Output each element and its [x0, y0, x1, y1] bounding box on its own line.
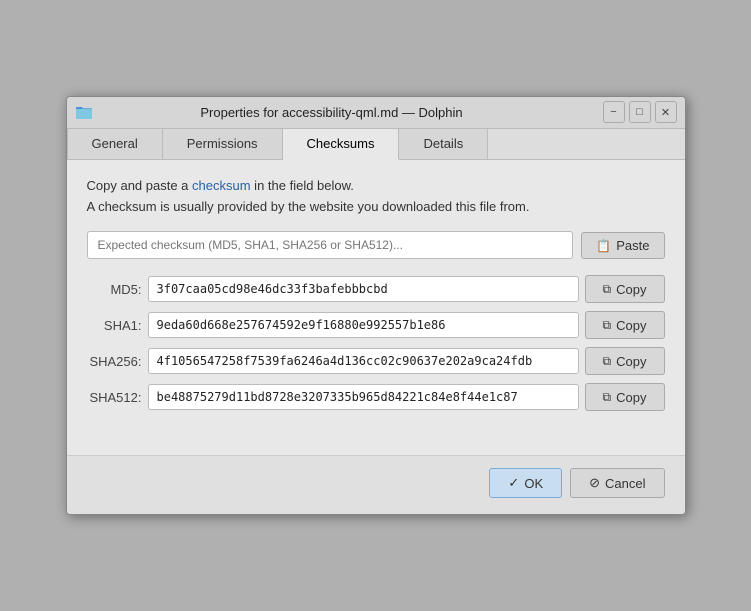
tab-bar: General Permissions Checksums Details	[67, 129, 685, 160]
paste-icon	[596, 238, 611, 253]
md5-label: MD5:	[87, 282, 142, 297]
tab-permissions[interactable]: Permissions	[163, 129, 283, 159]
checksum-row-md5: MD5: 3f07caa05cd98e46dc33f3bafebbbcbd Co…	[87, 275, 665, 303]
content-area: Copy and paste a checksum in the field b…	[67, 160, 685, 436]
sha512-value: be48875279d11bd8728e3207335b965d84221c84…	[148, 384, 579, 410]
description-line2: A checksum is usually provided by the we…	[87, 197, 665, 218]
titlebar: Properties for accessibility-qml.md — Do…	[67, 97, 685, 129]
ok-check-icon	[508, 475, 519, 491]
sha1-label: SHA1:	[87, 318, 142, 333]
sha256-copy-button[interactable]: Copy	[585, 347, 665, 375]
md5-value: 3f07caa05cd98e46dc33f3bafebbbcbd	[148, 276, 579, 302]
minimize-button[interactable]: −	[603, 101, 625, 123]
checksum-row-sha256: SHA256: 4f1056547258f7539fa6246a4d136cc0…	[87, 347, 665, 375]
sha256-label: SHA256:	[87, 354, 142, 369]
expected-checksum-input[interactable]	[87, 231, 574, 259]
tab-general[interactable]: General	[67, 129, 163, 159]
sha512-label: SHA512:	[87, 390, 142, 405]
ok-button[interactable]: OK	[489, 468, 562, 498]
window-title: Properties for accessibility-qml.md — Do…	[101, 105, 563, 120]
checksum-row-sha512: SHA512: be48875279d11bd8728e3207335b965d…	[87, 383, 665, 411]
dialog-window: Properties for accessibility-qml.md — Do…	[66, 96, 686, 516]
window-controls: − □ ✕	[603, 101, 677, 123]
copy-icon-sha256	[603, 353, 612, 369]
tab-checksums[interactable]: Checksums	[283, 129, 400, 160]
md5-copy-button[interactable]: Copy	[585, 275, 665, 303]
sha1-copy-button[interactable]: Copy	[585, 311, 665, 339]
folder-icon	[75, 103, 93, 121]
tab-details[interactable]: Details	[399, 129, 488, 159]
maximize-button[interactable]: □	[629, 101, 651, 123]
description-text: Copy and paste a checksum in the field b…	[87, 176, 665, 218]
dialog-footer: OK Cancel	[67, 455, 685, 514]
checksum-highlight: checksum	[192, 178, 251, 193]
cancel-button[interactable]: Cancel	[570, 468, 664, 498]
paste-row: Paste	[87, 231, 665, 259]
close-button[interactable]: ✕	[655, 101, 677, 123]
sha1-value: 9eda60d668e257674592e9f16880e992557b1e86	[148, 312, 579, 338]
paste-button[interactable]: Paste	[581, 232, 664, 259]
cancel-icon	[589, 475, 600, 491]
copy-icon-sha1	[603, 317, 612, 333]
checksum-row-sha1: SHA1: 9eda60d668e257674592e9f16880e99255…	[87, 311, 665, 339]
description-line1: Copy and paste a checksum in the field b…	[87, 176, 665, 197]
copy-icon-md5	[603, 281, 612, 297]
sha512-copy-button[interactable]: Copy	[585, 383, 665, 411]
copy-icon-sha512	[603, 389, 612, 405]
sha256-value: 4f1056547258f7539fa6246a4d136cc02c90637e…	[148, 348, 579, 374]
